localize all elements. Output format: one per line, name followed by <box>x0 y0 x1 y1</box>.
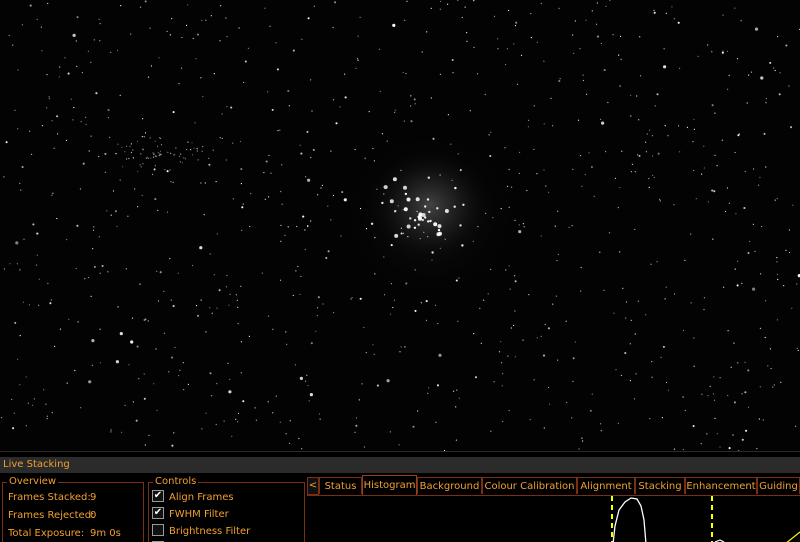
brightness-filter-label: Brightness Filter <box>169 526 251 537</box>
overview-legend: Overview <box>7 475 59 489</box>
tab-enhancement[interactable]: Enhancement <box>685 477 757 494</box>
tab-colour-calibration[interactable]: Colour Calibration <box>482 477 577 494</box>
total-exposure-value: 9m 0s <box>90 528 121 539</box>
overview-group: Overview Frames Stacked: 9 Frames Reject… <box>2 475 144 542</box>
frames-rejected-label: Frames Rejected: <box>8 510 95 521</box>
brightness-filter-option[interactable]: Brightness Filter <box>152 524 251 538</box>
tab-histogram[interactable]: Histogram <box>362 475 417 495</box>
fwhm-filter-option[interactable]: ✔ FWHM Filter <box>152 507 229 521</box>
total-exposure-label: Total Exposure: <box>8 528 85 539</box>
fwhm-filter-label: FWHM Filter <box>169 509 229 520</box>
nebula-core <box>368 147 492 263</box>
tab-strip: < Status Histogram Background Colour Cal… <box>307 475 800 495</box>
histogram-plot <box>611 496 800 542</box>
frames-rejected-value: 0 <box>90 510 97 521</box>
tab-background[interactable]: Background <box>417 477 482 494</box>
controls-legend: Controls <box>153 475 199 489</box>
tab-alignment[interactable]: Alignment <box>577 477 635 494</box>
align-frames-option[interactable]: ✔ Align Frames <box>152 490 234 504</box>
tab-stacking[interactable]: Stacking <box>635 477 685 494</box>
frames-stacked-value: 9 <box>90 492 97 503</box>
live-stacking-panel: Live Stacking Overview Frames Stacked: 9… <box>0 451 800 542</box>
controls-group: Controls ✔ Align Frames ✔ FWHM Filter Brig… <box>148 475 305 542</box>
frames-rejected-row: Frames Rejected: 0 <box>8 510 97 521</box>
tab-status[interactable]: Status <box>319 477 362 494</box>
align-frames-label: Align Frames <box>169 492 234 503</box>
star-field-image <box>0 0 800 452</box>
tab-scroll-left-button[interactable]: < <box>307 477 319 495</box>
stacked-image-viewer[interactable] <box>0 0 800 452</box>
histogram-curve <box>612 497 647 542</box>
brightness-filter-checkbox[interactable] <box>152 524 164 536</box>
frames-stacked-label: Frames Stacked: <box>8 492 91 503</box>
tab-guiding[interactable]: Guiding <box>757 477 800 494</box>
panel-title: Live Stacking <box>0 457 800 473</box>
fwhm-filter-checkbox[interactable]: ✔ <box>152 507 164 519</box>
histogram-stretch-curve <box>786 531 800 542</box>
total-exposure-row: Total Exposure: 9m 0s <box>8 528 121 539</box>
live-stacking-window: Live Stacking Overview Frames Stacked: 9… <box>0 0 800 542</box>
frames-stacked-row: Frames Stacked: 9 <box>8 492 96 503</box>
align-frames-checkbox[interactable]: ✔ <box>152 490 164 502</box>
histogram-view[interactable] <box>307 495 800 542</box>
